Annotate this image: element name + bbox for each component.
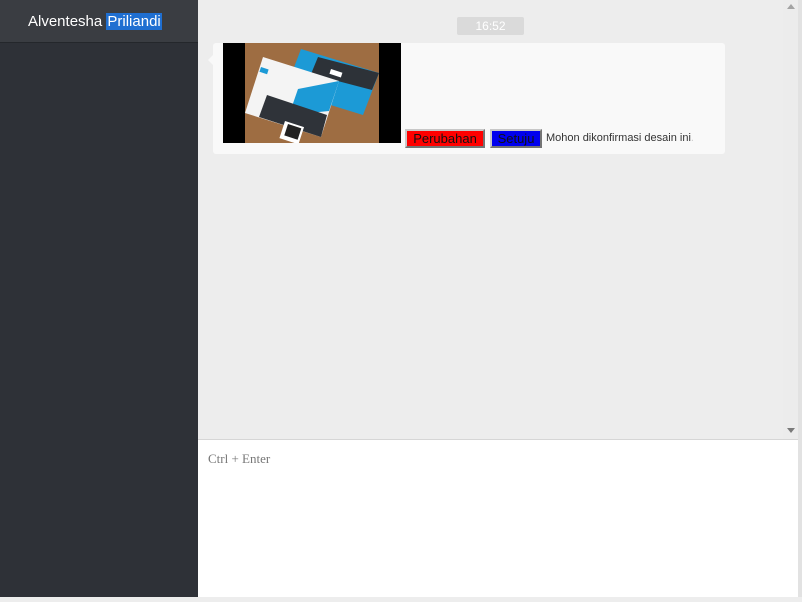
- message-image[interactable]: [223, 43, 401, 143]
- bubble-tail: [208, 55, 213, 65]
- message-bubble: Perubahan Setuju Mohon dikonfirmasi desa…: [208, 43, 725, 154]
- contact-first-name: Alventesha: [28, 13, 107, 30]
- contact-last-name-selected: Priliandi: [106, 13, 162, 30]
- scroll-down-icon[interactable]: [787, 428, 795, 433]
- approve-button[interactable]: Setuju: [490, 129, 542, 148]
- change-button[interactable]: Perubahan: [405, 129, 485, 148]
- message-input[interactable]: [198, 440, 798, 597]
- message-text-wrap: Mohon dikonfirmasi desain ini.: [546, 132, 694, 144]
- message-text: Mohon dikonfirmasi desain ini: [546, 132, 691, 144]
- message-timestamp: 16:52: [457, 17, 524, 35]
- sidebar: Alventesha Priliandi: [0, 0, 198, 597]
- business-card-image: [223, 43, 401, 143]
- window-edge: [798, 0, 802, 597]
- message-trail: .: [690, 132, 694, 144]
- chat-scrollbar[interactable]: [783, 0, 798, 439]
- chat-message-area: 16:52 Perubahan Setuju Mohon dikonfirmas…: [198, 0, 783, 439]
- scroll-up-icon[interactable]: [787, 4, 795, 9]
- contact-header[interactable]: Alventesha Priliandi: [0, 0, 198, 43]
- message-composer: [198, 439, 798, 597]
